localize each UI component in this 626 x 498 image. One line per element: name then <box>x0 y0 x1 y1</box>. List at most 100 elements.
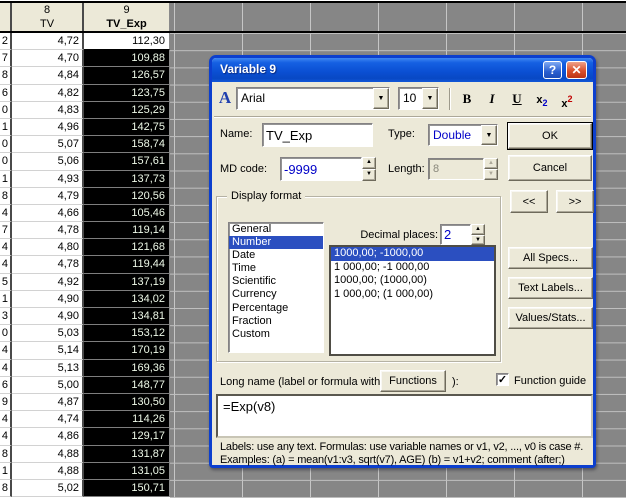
cell-prev-column[interactable]: 8 <box>0 188 12 205</box>
decimal-places-spinner[interactable]: ▲ ▼ <box>471 224 485 245</box>
cell-tvexp[interactable]: 121,68 <box>84 239 170 256</box>
category-item[interactable]: Currency <box>229 288 323 301</box>
category-item[interactable]: Percentage <box>229 302 323 315</box>
category-item[interactable]: Scientific <box>229 275 323 288</box>
cell-tv[interactable]: 4,90 <box>12 291 84 308</box>
font-color-button[interactable]: A <box>213 87 237 109</box>
category-item[interactable]: Number <box>229 236 323 249</box>
cell-prev-column[interactable]: 1 <box>0 171 12 188</box>
ok-button[interactable]: OK <box>508 123 592 149</box>
italic-button[interactable]: I <box>480 88 504 110</box>
cell-prev-column[interactable]: 1 <box>0 291 12 308</box>
text-labels-button[interactable]: Text Labels... <box>508 277 593 299</box>
cell-tv[interactable]: 5,00 <box>12 377 84 394</box>
cell-tvexp[interactable]: 130,50 <box>84 394 170 411</box>
cell-prev-column[interactable]: 3 <box>0 308 12 325</box>
cell-tvexp[interactable]: 170,19 <box>84 342 170 359</box>
underline-button[interactable]: U <box>505 88 529 110</box>
cell-tv[interactable]: 5,14 <box>12 342 84 359</box>
cell-tv[interactable]: 4,74 <box>12 411 84 428</box>
cell-prev-column[interactable]: 6 <box>0 85 12 102</box>
cell-tv[interactable]: 4,92 <box>12 274 84 291</box>
cell-tv[interactable]: 5,07 <box>12 136 84 153</box>
cell-prev-column[interactable]: 7 <box>0 50 12 67</box>
cell-tv[interactable]: 5,06 <box>12 153 84 170</box>
all-specs-button[interactable]: All Specs... <box>508 247 593 269</box>
cell-prev-column[interactable]: 8 <box>0 446 12 463</box>
cell-prev-column[interactable]: 0 <box>0 325 12 342</box>
cell-tvexp[interactable]: 137,19 <box>84 274 170 291</box>
cell-prev-column[interactable]: 2 <box>0 33 12 50</box>
cell-tvexp[interactable]: 129,17 <box>84 428 170 445</box>
cell-prev-column[interactable]: 8 <box>0 67 12 84</box>
category-item[interactable]: Date <box>229 249 323 262</box>
cell-tvexp[interactable]: 142,75 <box>84 119 170 136</box>
md-code-spinner[interactable]: ▲ ▼ <box>362 157 376 181</box>
cell-prev-column[interactable]: 1 <box>0 463 12 480</box>
cell-tv[interactable]: 4,78 <box>12 222 84 239</box>
cell-tvexp[interactable]: 125,29 <box>84 102 170 119</box>
decimal-places-field[interactable] <box>441 225 470 244</box>
cell-prev-column[interactable]: 1 <box>0 119 12 136</box>
cell-prev-column[interactable]: 0 <box>0 136 12 153</box>
cell-tv[interactable]: 4,84 <box>12 67 84 84</box>
cell-tvexp[interactable]: 114,26 <box>84 411 170 428</box>
cell-tvexp[interactable]: 169,36 <box>84 360 170 377</box>
superscript-button[interactable]: x2 <box>555 88 579 110</box>
cell-tv[interactable]: 4,87 <box>12 394 84 411</box>
cell-tvexp[interactable]: 119,14 <box>84 222 170 239</box>
spinner-down-icon[interactable]: ▼ <box>362 169 376 181</box>
cell-prev-column[interactable]: 6 <box>0 377 12 394</box>
cell-prev-column[interactable]: 4 <box>0 239 12 256</box>
cell-tv[interactable]: 4,96 <box>12 119 84 136</box>
cell-tv[interactable]: 4,66 <box>12 205 84 222</box>
category-item[interactable]: Time <box>229 262 323 275</box>
cell-tvexp[interactable]: 123,75 <box>84 85 170 102</box>
pattern-item[interactable]: 1 000,00; -1 000,00 <box>331 261 494 275</box>
pattern-item[interactable]: 1 000,00; (1 000,00) <box>331 288 494 302</box>
cell-prev-column[interactable]: 4 <box>0 411 12 428</box>
cell-tvexp[interactable]: 119,44 <box>84 256 170 273</box>
cell-tv[interactable]: 4,72 <box>12 33 84 50</box>
cell-tvexp[interactable]: 134,81 <box>84 308 170 325</box>
format-category-list[interactable]: GeneralNumberDateTimeScientificCurrencyP… <box>228 222 324 353</box>
cell-tv[interactable]: 4,70 <box>12 50 84 67</box>
cell-prev-column[interactable]: 4 <box>0 205 12 222</box>
cell-tv[interactable]: 5,02 <box>12 480 84 497</box>
cell-tv[interactable]: 4,86 <box>12 428 84 445</box>
cell-tvexp[interactable]: 157,61 <box>84 153 170 170</box>
chevron-down-icon[interactable]: ▼ <box>373 88 389 109</box>
cell-prev-column[interactable]: 4 <box>0 360 12 377</box>
pattern-item[interactable]: 1000,00; -1000,00 <box>331 247 494 261</box>
subscript-button[interactable]: x2 <box>530 88 554 110</box>
chevron-down-icon[interactable]: ▼ <box>422 88 438 109</box>
values-stats-button[interactable]: Values/Stats... <box>508 307 593 329</box>
cell-tvexp[interactable]: 131,05 <box>84 463 170 480</box>
cancel-button[interactable]: Cancel <box>508 155 592 181</box>
spinner-up-icon[interactable]: ▲ <box>471 224 485 235</box>
cell-tvexp[interactable]: 150,71 <box>84 480 170 497</box>
functions-button[interactable]: Functions <box>380 370 446 392</box>
category-item[interactable]: Fraction <box>229 315 323 328</box>
cell-tv[interactable]: 4,80 <box>12 239 84 256</box>
font-family-select[interactable]: Arial ▼ <box>236 87 390 110</box>
cell-tvexp[interactable]: 126,57 <box>84 67 170 84</box>
cell-prev-column[interactable]: 4 <box>0 256 12 273</box>
type-select[interactable]: Double ▼ <box>428 124 498 146</box>
cell-tv[interactable]: 5,13 <box>12 360 84 377</box>
pattern-item[interactable]: 1000,00; (1000,00) <box>331 274 494 288</box>
column-header-prev[interactable] <box>0 3 12 31</box>
column-header-tv[interactable]: 8 TV <box>12 3 84 31</box>
category-item[interactable]: General <box>229 223 323 236</box>
cell-tv[interactable]: 4,78 <box>12 256 84 273</box>
category-item[interactable]: Custom <box>229 328 323 341</box>
name-field[interactable] <box>263 124 372 146</box>
cell-prev-column[interactable]: 4 <box>0 342 12 359</box>
next-variable-button[interactable]: >> <box>556 190 594 213</box>
function-guide-checkbox[interactable]: ✓ <box>496 373 509 386</box>
cell-prev-column[interactable]: 0 <box>0 102 12 119</box>
cell-tv[interactable]: 4,93 <box>12 171 84 188</box>
cell-tv[interactable]: 4,79 <box>12 188 84 205</box>
cell-tv[interactable]: 4,90 <box>12 308 84 325</box>
cell-tv[interactable]: 4,82 <box>12 85 84 102</box>
